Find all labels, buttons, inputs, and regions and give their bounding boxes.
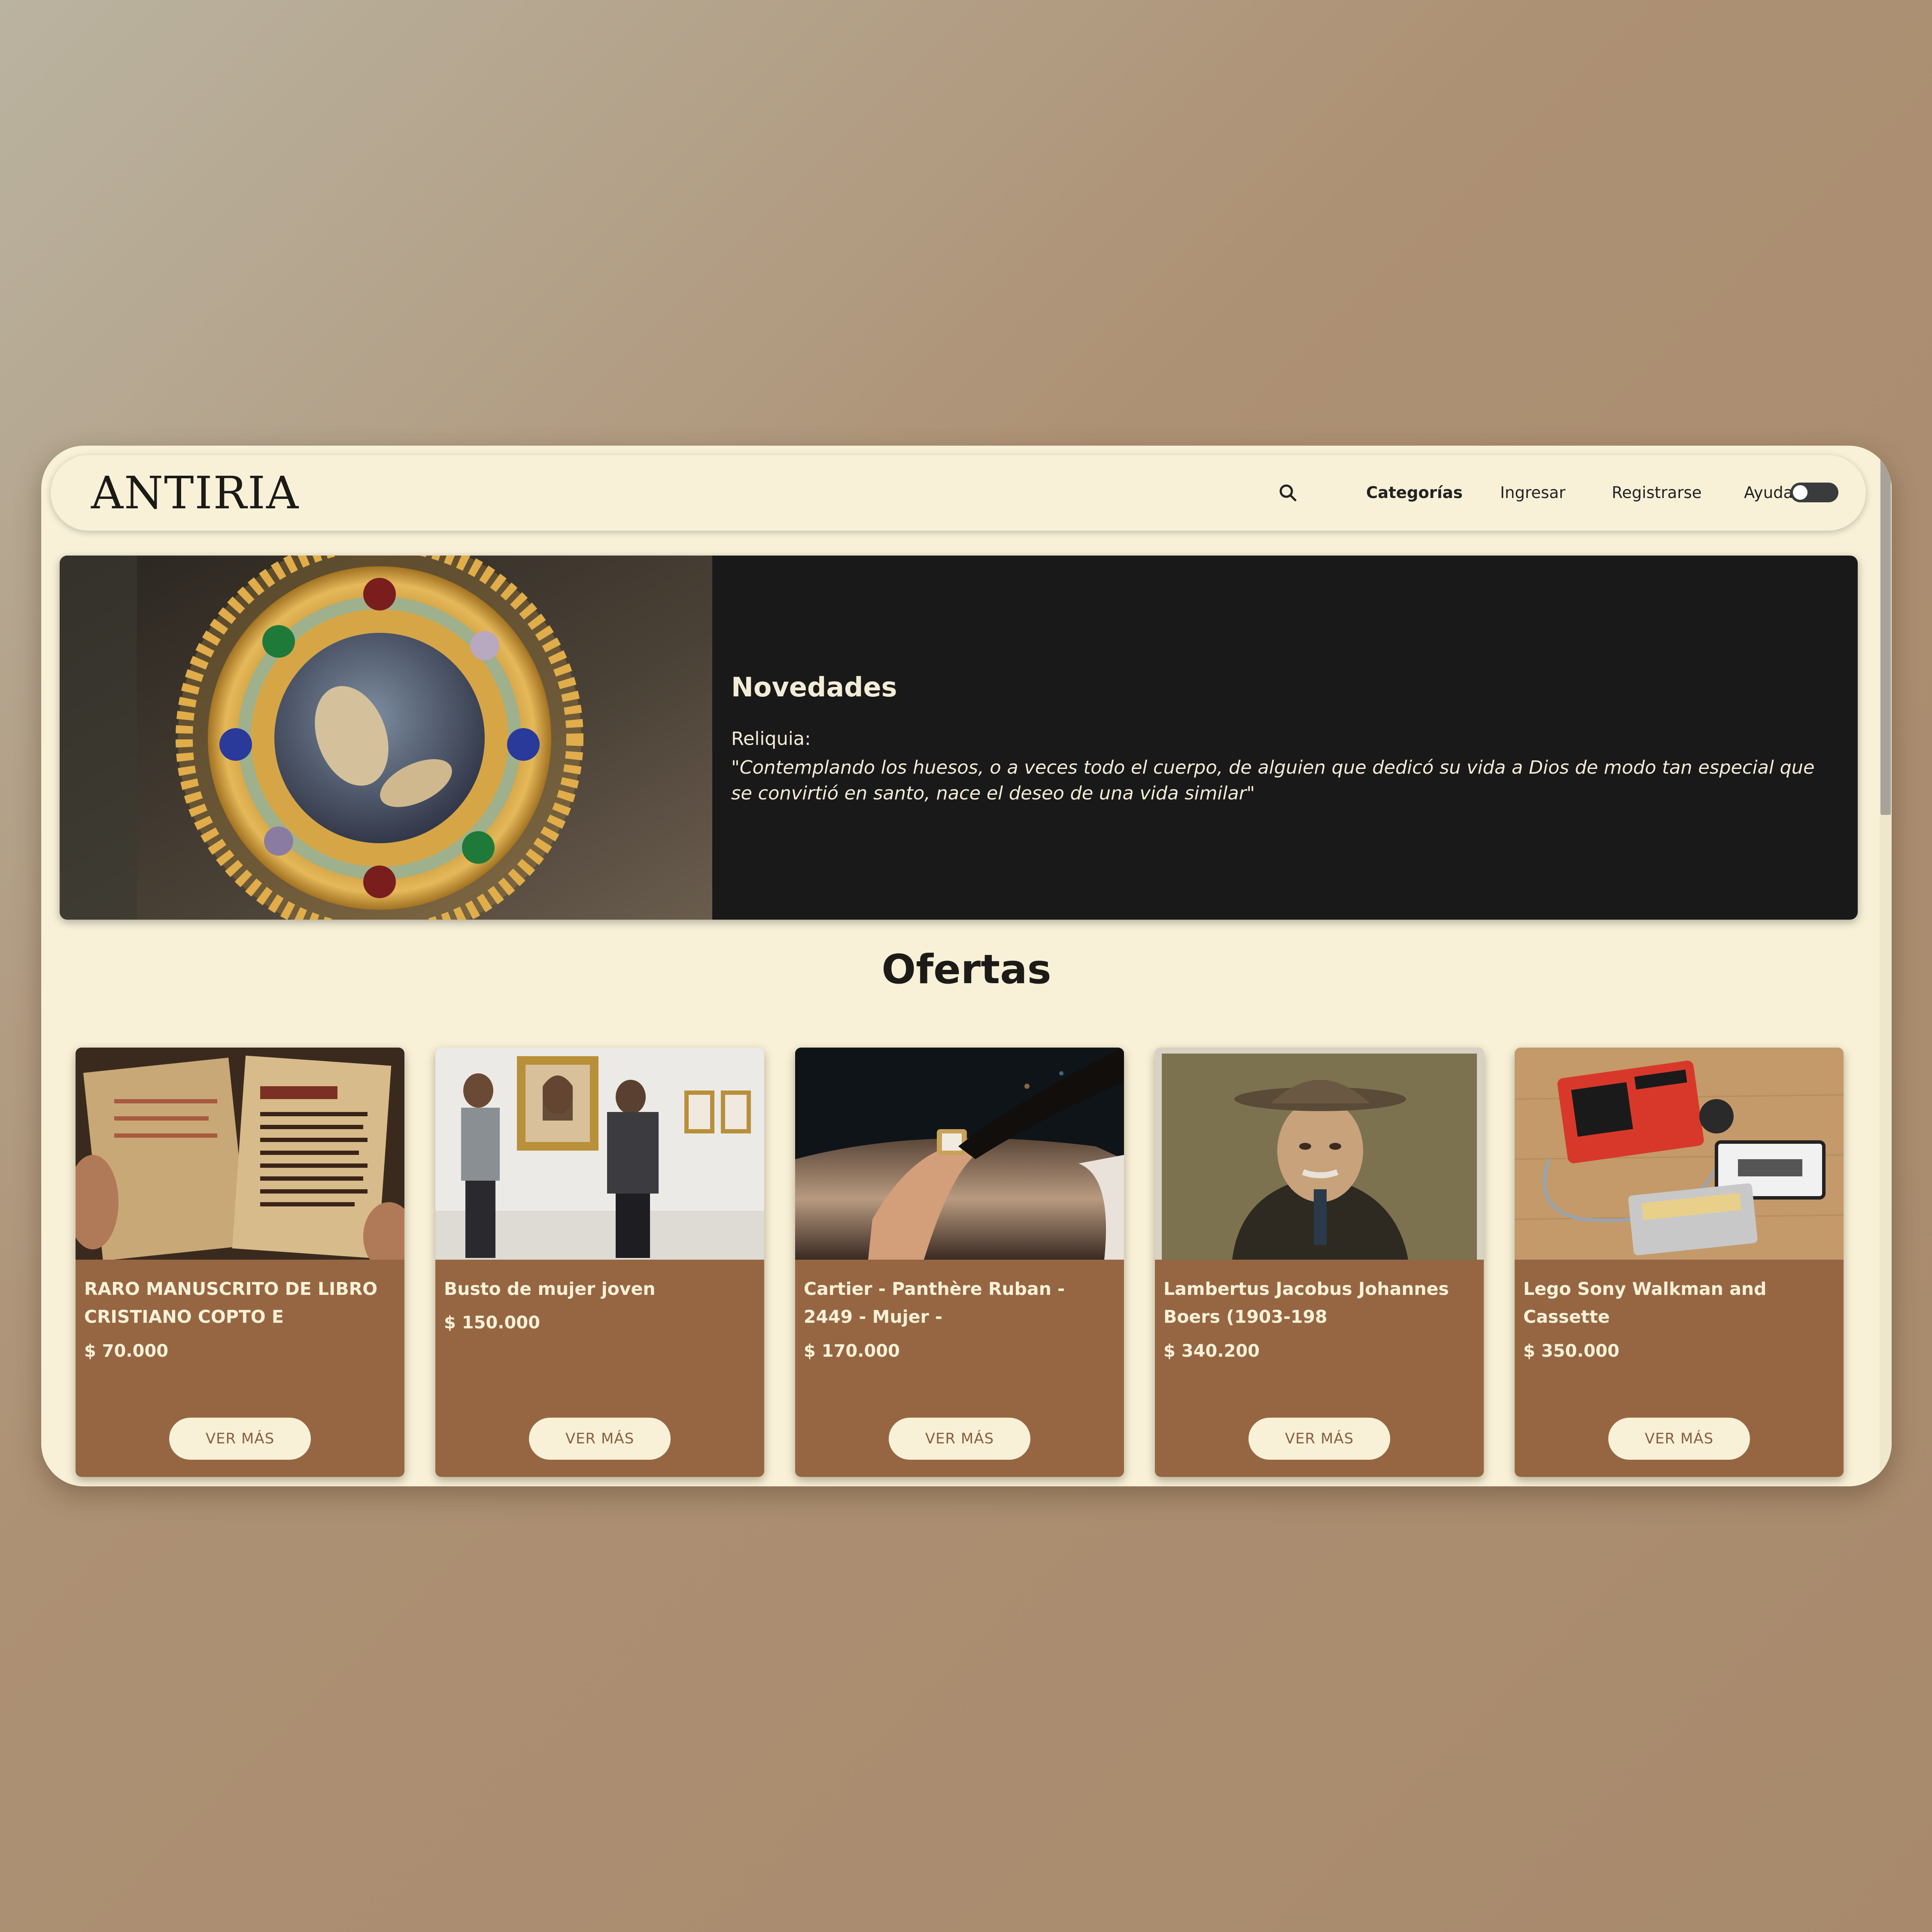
- nav-registrarse[interactable]: Registrarse: [1612, 480, 1702, 506]
- toggle-knob: [1793, 485, 1807, 500]
- theme-toggle[interactable]: [1790, 483, 1838, 502]
- offer-card-title: Busto de mujer joven: [444, 1279, 656, 1299]
- portrait-painting-image: [1155, 1048, 1484, 1260]
- search-icon[interactable]: [1276, 481, 1300, 505]
- offer-card[interactable]: Cartier - Panthère Ruban - 2449 - Mujer …: [795, 1048, 1124, 1477]
- reliquary-image: [60, 556, 712, 920]
- ver-mas-button[interactable]: VER MÁS: [169, 1418, 311, 1460]
- ver-mas-button[interactable]: VER MÁS: [1249, 1418, 1390, 1460]
- offer-card-price: $ 70.000: [84, 1341, 169, 1361]
- hero-quote: "Contemplando los huesos, o a veces todo…: [731, 757, 1815, 804]
- manuscript-image: [76, 1048, 404, 1260]
- offer-card-title: Lego Sony Walkman and Cassette: [1523, 1279, 1767, 1327]
- offer-card-price: $ 340.200: [1163, 1341, 1260, 1361]
- ver-mas-button[interactable]: VER MÁS: [529, 1418, 671, 1460]
- nav-ayuda[interactable]: Ayuda: [1744, 480, 1793, 506]
- walkman-image: [1515, 1048, 1844, 1260]
- offer-card-price: $ 350.000: [1523, 1341, 1619, 1361]
- offer-card-price: $ 150.000: [444, 1313, 540, 1333]
- hero-banner: Novedades Reliquia: "Contemplando los hu…: [60, 556, 1858, 920]
- nav-categorias[interactable]: Categorías: [1366, 480, 1463, 506]
- ver-mas-button[interactable]: VER MÁS: [889, 1418, 1030, 1460]
- offer-card-title: Cartier - Panthère Ruban - 2449 - Mujer …: [804, 1279, 1065, 1327]
- offer-card[interactable]: Busto de mujer joven $ 150.000 VER MÁS: [435, 1048, 764, 1477]
- hero-text-block: Novedades Reliquia: "Contemplando los hu…: [731, 556, 1839, 920]
- scrollbar-thumb[interactable]: [1880, 454, 1891, 815]
- offer-card-price: $ 170.000: [804, 1341, 900, 1361]
- browser-page: ANTIRIA Categorías Ingresar Registrarse …: [41, 446, 1892, 1486]
- nav-ingresar[interactable]: Ingresar: [1500, 480, 1565, 506]
- offer-card-title: Lambertus Jacobus Johannes Boers (1903-1…: [1163, 1279, 1449, 1327]
- offer-card[interactable]: Lego Sony Walkman and Cassette $ 350.000…: [1515, 1048, 1844, 1477]
- ver-mas-button[interactable]: VER MÁS: [1608, 1418, 1750, 1460]
- watch-image: [795, 1048, 1124, 1260]
- offers-title: Ofertas: [881, 946, 1051, 993]
- hero-title: Novedades: [731, 671, 897, 703]
- painting-hanging-image: [435, 1048, 764, 1260]
- navbar: ANTIRIA Categorías Ingresar Registrarse …: [51, 455, 1866, 531]
- offer-card-title: RARO MANUSCRITO DE LIBRO CRISTIANO COPTO…: [84, 1279, 378, 1327]
- hero-label: Reliquia:: [731, 728, 811, 750]
- offer-card[interactable]: RARO MANUSCRITO DE LIBRO CRISTIANO COPTO…: [76, 1048, 404, 1477]
- brand-logo[interactable]: ANTIRIA: [91, 463, 299, 523]
- offer-card[interactable]: Lambertus Jacobus Johannes Boers (1903-1…: [1155, 1048, 1484, 1477]
